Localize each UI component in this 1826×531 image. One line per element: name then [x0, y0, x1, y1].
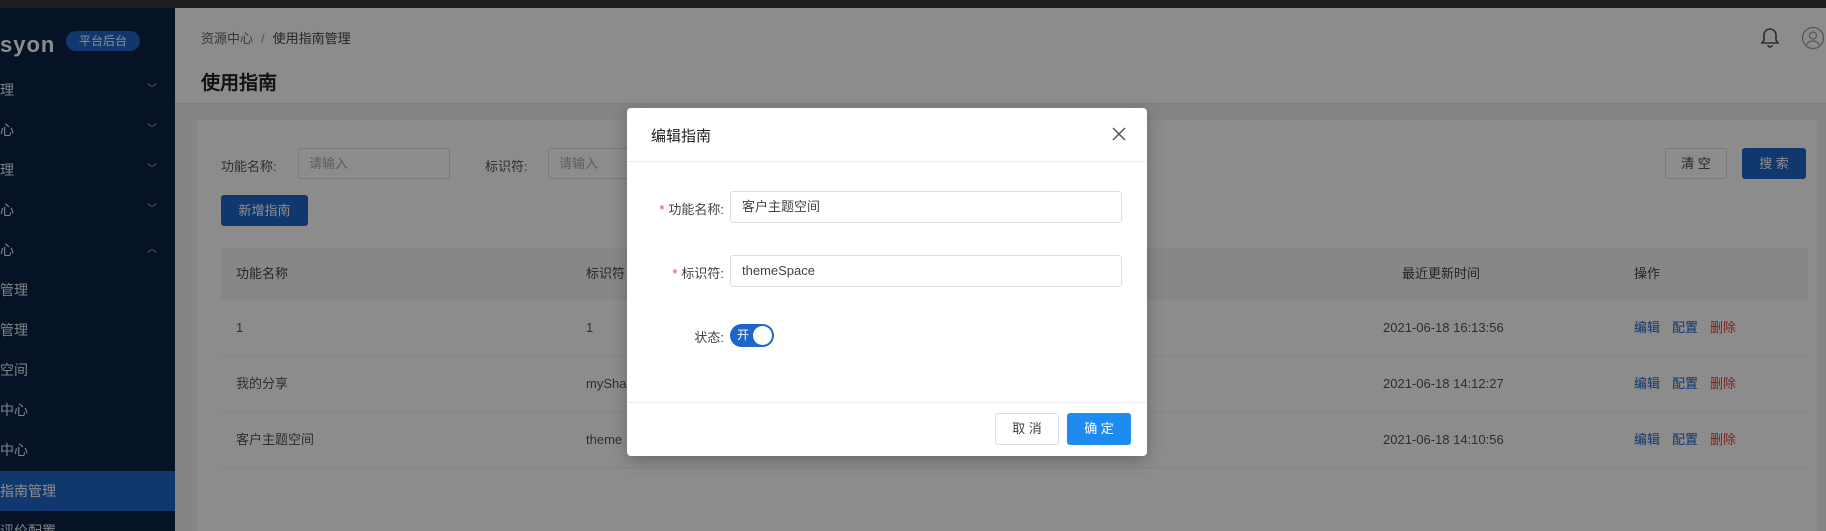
name-field-label: * 功能名称: [641, 199, 724, 218]
close-icon[interactable] [1109, 124, 1129, 144]
name-field-input[interactable]: 客户主题空间 [730, 191, 1122, 223]
id-field-label-text: 标识符: [681, 266, 724, 281]
ok-button[interactable]: 确 定 [1067, 413, 1131, 445]
id-field-input[interactable]: themeSpace [730, 255, 1122, 287]
dialog-header: 编辑指南 [627, 108, 1147, 162]
required-mark: * [659, 202, 665, 217]
name-field-label-text: 功能名称: [668, 202, 724, 217]
edit-guide-dialog: 编辑指南 * 功能名称: 客户主题空间 * 标识符: themeSpace 状态: … [627, 108, 1147, 456]
dialog-title: 编辑指南 [651, 128, 712, 145]
id-field-label: * 标识符: [641, 263, 724, 282]
toggle-knob [753, 326, 772, 345]
cancel-button[interactable]: 取 消 [995, 413, 1059, 445]
dialog-footer: 取 消 确 定 [627, 402, 1147, 456]
status-toggle[interactable]: 开 [730, 324, 774, 347]
toggle-on-text: 开 [737, 328, 750, 342]
required-mark: * [672, 266, 678, 281]
status-field-label: 状态: [694, 330, 724, 345]
